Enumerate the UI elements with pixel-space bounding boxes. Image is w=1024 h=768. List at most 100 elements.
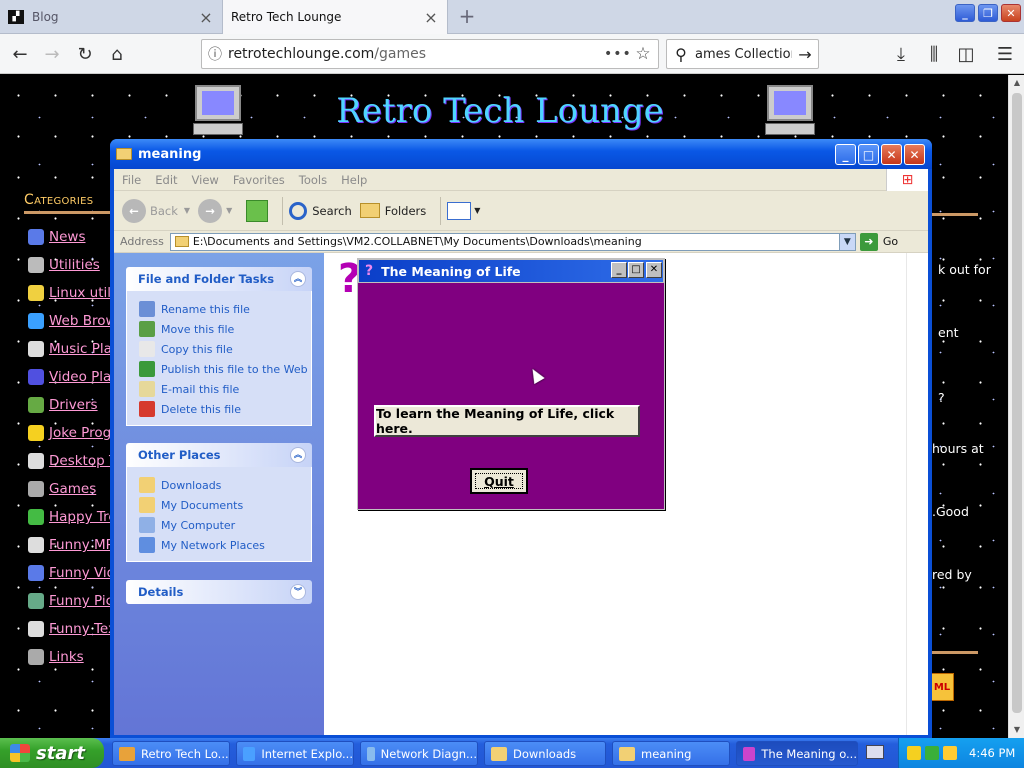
sidebar-icon[interactable]: ◫ (954, 42, 978, 66)
taskbar-button[interactable]: Retro Tech Lo... (112, 741, 230, 766)
bookmark-star-icon[interactable]: ☆ (628, 44, 658, 64)
task-pane-link[interactable]: Downloads (139, 475, 311, 495)
library-icon[interactable]: ⫼ (922, 42, 946, 66)
collapse-chevron-icon[interactable]: ︽ (290, 447, 306, 463)
taskbar-button[interactable]: Network Diagn... (360, 741, 478, 766)
scroll-thumb[interactable] (1012, 93, 1022, 713)
browser-close-button[interactable]: ✕ (1001, 4, 1021, 22)
category-link[interactable]: Drivers (49, 397, 98, 413)
taskbar-button[interactable]: The Meaning o... (736, 741, 858, 766)
explorer-minimize-button[interactable]: _ (835, 144, 856, 165)
browser-minimize-button[interactable]: _ (955, 4, 975, 22)
dialog-maximize-button[interactable]: □ (628, 262, 644, 278)
xml-feed-icon[interactable]: ML (930, 673, 954, 701)
expand-chevron-icon[interactable]: ︾ (290, 584, 306, 600)
collapse-chevron-icon[interactable]: ︽ (290, 271, 306, 287)
start-button[interactable]: start (0, 738, 104, 768)
search-icon (289, 201, 308, 220)
menu-file[interactable]: File (122, 173, 141, 187)
explorer-scrollbar[interactable] (906, 253, 928, 735)
close-tab-icon[interactable]: × (198, 8, 214, 27)
search-go-arrow-icon[interactable]: → (792, 45, 818, 64)
search-icon[interactable] (943, 746, 957, 760)
tab-retro-tech-lounge[interactable]: Retro Tech Lounge × (222, 0, 448, 34)
security-shield-icon[interactable] (907, 746, 921, 760)
download-icon[interactable]: ⤓ (889, 42, 913, 66)
app-icon (743, 746, 756, 761)
learn-meaning-button[interactable]: To learn the Meaning of Life, click here… (374, 405, 640, 437)
scroll-down-icon[interactable]: ▼ (1009, 722, 1024, 738)
taskbar-button[interactable]: Downloads (484, 741, 606, 766)
views-button[interactable]: ▼ (447, 201, 480, 220)
scroll-up-icon[interactable]: ▲ (1009, 75, 1024, 91)
category-icon (28, 649, 44, 665)
menu-tools[interactable]: Tools (299, 173, 327, 187)
category-link[interactable]: Video Play (49, 369, 119, 385)
task-pane-link[interactable]: Publish this file to the Web (139, 359, 311, 379)
address-dropdown-icon[interactable]: ▼ (838, 233, 855, 250)
browser-maximize-button[interactable]: ❐ (978, 4, 998, 22)
category-link[interactable]: Utilities (49, 257, 100, 273)
panel-header[interactable]: Other Places ︽ (126, 443, 312, 467)
task-pane-link[interactable]: Move this file (139, 319, 311, 339)
folder-up-icon[interactable] (246, 199, 269, 222)
task-pane-link[interactable]: My Documents (139, 495, 311, 515)
tab-blog[interactable]: ▞ Blog × (0, 0, 222, 34)
category-link[interactable]: Funny MP (49, 537, 114, 553)
task-pane-link[interactable]: E-mail this file (139, 379, 311, 399)
task-label: Move this file (161, 322, 235, 336)
menu-favorites[interactable]: Favorites (233, 173, 285, 187)
task-pane-link[interactable]: Rename this file (139, 299, 311, 319)
site-info-icon[interactable]: ⓘ (202, 44, 228, 64)
file-tasks-list: Rename this file Move this file Copy this … (126, 291, 312, 426)
taskbar-button[interactable]: Internet Explo... (236, 741, 354, 766)
menu-help[interactable]: Help (341, 173, 367, 187)
url-bar[interactable]: ⓘ retrotechlounge.com/games ••• ☆ (201, 39, 659, 69)
menu-view[interactable]: View (192, 173, 219, 187)
address-field[interactable]: E:\Documents and Settings\VM2.COLLABNET\… (169, 232, 856, 251)
menu-hamburger-icon[interactable]: ☰ (993, 42, 1017, 66)
window-close-button[interactable]: ✕ (904, 144, 925, 165)
back-button[interactable]: ← Back ▼ (122, 198, 190, 223)
category-link[interactable]: Links (49, 649, 84, 665)
dialog-minimize-button[interactable]: _ (611, 262, 627, 278)
search-button[interactable]: Search (289, 201, 352, 220)
category-link[interactable]: Joke Progr (49, 425, 117, 441)
category-link[interactable]: News (49, 229, 85, 245)
dialog-close-button[interactable]: ✕ (646, 262, 662, 278)
explorer-title-bar[interactable]: meaning _ □ ✕ ✕ (110, 139, 932, 169)
page-scrollbar[interactable]: ▲ ▼ (1008, 75, 1024, 738)
category-link[interactable]: Funny Tex (49, 621, 116, 637)
category-link[interactable]: Linux utils (49, 285, 118, 301)
go-button[interactable]: ➜ Go (859, 232, 898, 251)
folders-button[interactable]: Folders (359, 203, 426, 218)
back-arrow-icon[interactable]: ← (8, 42, 32, 66)
search-bar[interactable]: ⚲ ames Collection → (666, 39, 819, 69)
category-link[interactable]: Games (49, 481, 96, 497)
forward-arrow-icon[interactable]: → (40, 42, 64, 66)
keyboard-icon[interactable] (866, 745, 884, 759)
task-pane-link[interactable]: My Network Places (139, 535, 311, 555)
page-actions-icon[interactable]: ••• (604, 46, 631, 62)
category-link[interactable]: Web Brow (49, 313, 117, 329)
task-pane-link[interactable]: Delete this file (139, 399, 311, 419)
close-tab-icon[interactable]: × (423, 8, 439, 27)
explorer-close-button[interactable]: ✕ (881, 144, 902, 165)
home-icon[interactable]: ⌂ (105, 42, 129, 66)
category-link[interactable]: Funny Pict (49, 593, 118, 609)
menu-edit[interactable]: Edit (155, 173, 177, 187)
forward-button[interactable]: → ▼ (198, 198, 232, 223)
task-pane-link[interactable]: My Computer (139, 515, 311, 535)
panel-header[interactable]: Details ︾ (126, 580, 312, 604)
divider (932, 213, 978, 216)
network-icon[interactable] (925, 746, 939, 760)
task-pane-link[interactable]: Copy this file (139, 339, 311, 359)
menu-bar: File Edit View Favorites Tools Help ⊞ (114, 169, 928, 191)
new-tab-button[interactable]: + (455, 4, 479, 28)
address-value: E:\Documents and Settings\VM2.COLLABNET\… (192, 235, 642, 248)
taskbar-button[interactable]: meaning (612, 741, 730, 766)
reload-icon[interactable]: ↻ (73, 42, 97, 66)
panel-header[interactable]: File and Folder Tasks ︽ (126, 267, 312, 291)
explorer-maximize-button[interactable]: □ (858, 144, 879, 165)
quit-button[interactable]: Quit (470, 468, 528, 494)
